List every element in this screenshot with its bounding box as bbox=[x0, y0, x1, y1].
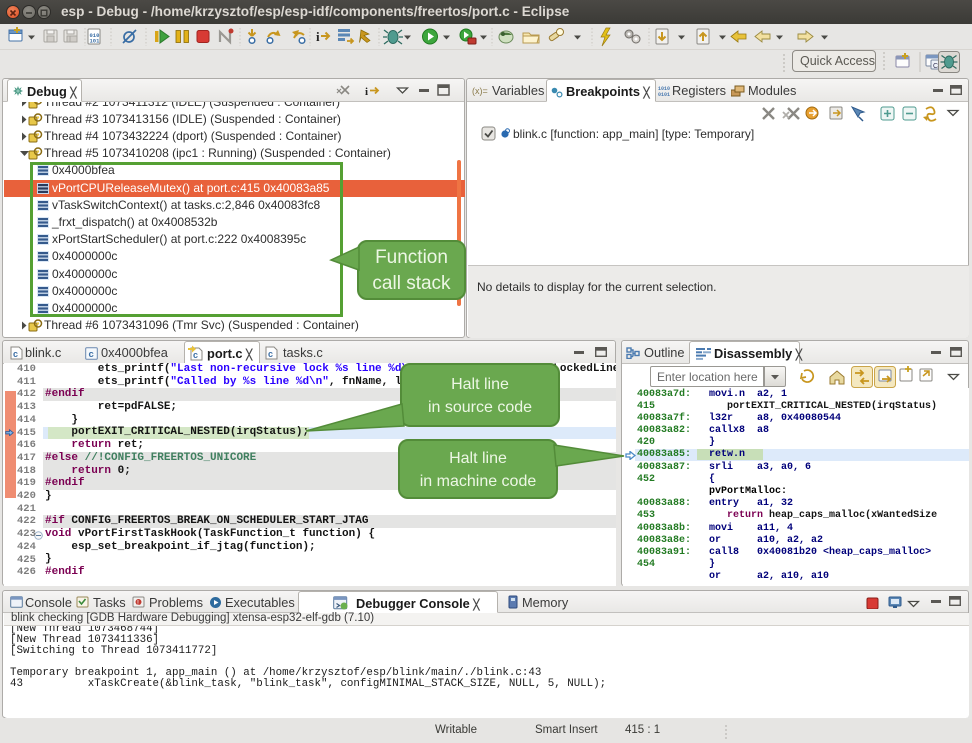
svg-text:101: 101 bbox=[90, 38, 101, 45]
svg-text:C: C bbox=[933, 63, 938, 70]
svg-text:i: i bbox=[316, 29, 320, 44]
svg-text:0101: 0101 bbox=[658, 92, 670, 97]
svg-text:(x)=: (x)= bbox=[472, 86, 488, 96]
svg-text:c: c bbox=[89, 349, 94, 360]
svg-text:i: i bbox=[365, 86, 368, 98]
svg-text:c: c bbox=[268, 349, 273, 359]
svg-text:!: ! bbox=[137, 600, 139, 607]
svg-text:c: c bbox=[13, 349, 18, 359]
